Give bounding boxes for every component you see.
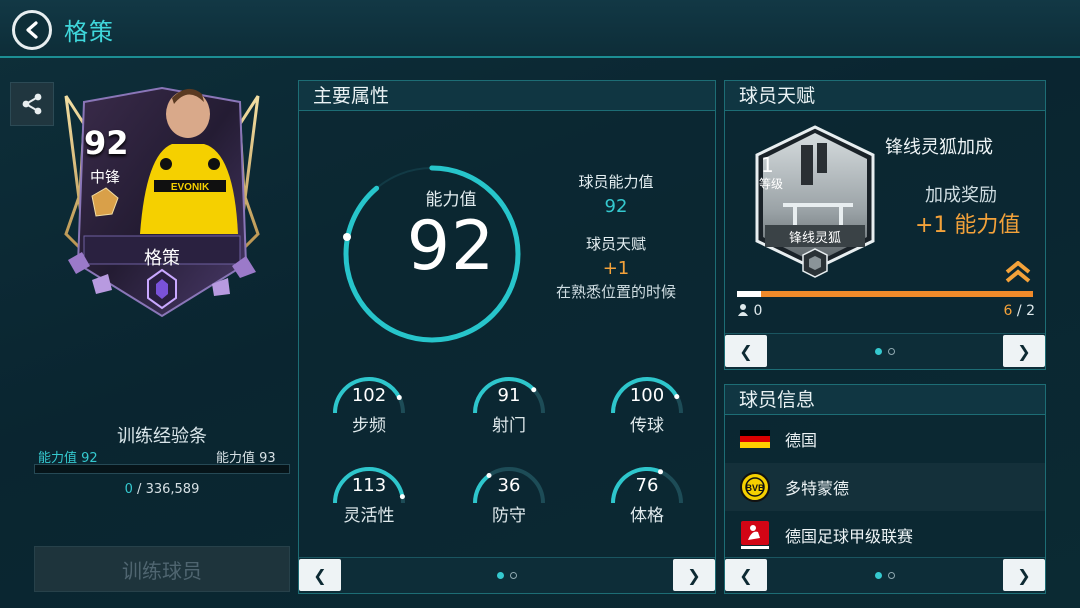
page-dot[interactable] xyxy=(875,572,882,579)
info-row-league[interactable]: 德国足球甲级联赛 xyxy=(725,511,1045,559)
info-next-button[interactable]: ❯ xyxy=(1003,559,1045,591)
talent-progress-bar xyxy=(737,291,1033,297)
talent-panel: 球员天赋 1 等级 锋线灵狐 锋线灵狐加成 加成奖励 +1 能力值 0 6 / … xyxy=(724,80,1046,370)
stat-value: 102 xyxy=(351,385,387,406)
talent-badge xyxy=(755,125,875,278)
club-name: 多特蒙德 xyxy=(785,479,850,498)
main-attributes-panel: 主要属性 能力值 92 球员能力值 92 球员天赋 +1 在熟悉位置的时候 10… xyxy=(298,80,716,594)
bonus-value: +1 能力值 xyxy=(915,213,1021,238)
stat-4: 36 防守 xyxy=(471,465,561,545)
stat-gauge-tip xyxy=(658,469,663,475)
attributes-page-dots xyxy=(497,572,517,579)
stat-3: 113 灵活性 xyxy=(331,465,421,545)
stat-label: 防守 xyxy=(492,506,526,526)
top-bar: 格策 xyxy=(0,0,1080,58)
talent-page-dots xyxy=(875,348,895,355)
talent-progress-separator: / xyxy=(1012,303,1027,319)
training-xp-title: 训练经验条 xyxy=(117,426,207,447)
page-dot[interactable] xyxy=(510,572,517,579)
flask-icon xyxy=(738,304,748,316)
back-button[interactable] xyxy=(12,10,52,50)
training-xp-bar xyxy=(34,464,290,474)
talent-level-label: 等级 xyxy=(759,177,784,191)
stat-5: 76 体格 xyxy=(609,465,699,545)
talent-bonus-info: 球员天赋 +1 在熟悉位置的时候 xyxy=(531,233,701,302)
bonus-label: 加成奖励 xyxy=(925,185,997,206)
share-icon xyxy=(22,93,42,115)
stat-value: 113 xyxy=(351,475,387,496)
page-dot[interactable] xyxy=(888,348,895,355)
upgrade-arrows-icon xyxy=(1005,261,1031,283)
xp-total: 336,589 xyxy=(145,482,200,497)
player-info-panel: 球员信息 德国 BVB 多特蒙德 德国足球甲级联赛 ❮ ❯ xyxy=(724,384,1046,594)
dortmund-crest-icon: BVB xyxy=(739,471,771,503)
stat-label: 步频 xyxy=(352,416,386,436)
talent-label: 球员天赋 xyxy=(585,235,646,253)
player-card[interactable]: EVONIK 92 中锋 格策 xyxy=(62,84,262,322)
stat-label: 灵活性 xyxy=(343,506,395,526)
stat-value: 76 xyxy=(635,475,659,496)
chevron-left-icon xyxy=(26,21,38,39)
talent-name: 锋线灵狐加成 xyxy=(885,137,993,158)
talent-panel-title: 球员天赋 xyxy=(725,81,1045,111)
talent-prev-button[interactable]: ❮ xyxy=(725,335,767,367)
xp-separator: / xyxy=(132,482,146,497)
card-frame: EVONIK xyxy=(64,86,260,318)
talent-progress-fill xyxy=(737,291,1033,297)
talent-item-count: 0 xyxy=(737,303,762,319)
talent-next-button[interactable]: ❯ xyxy=(1003,335,1045,367)
stat-value: 100 xyxy=(629,385,665,406)
training-xp-count: 0 / 336,589 xyxy=(34,482,290,497)
talent-progress-count: 6 / 2 xyxy=(1004,303,1035,319)
page-dot[interactable] xyxy=(875,348,882,355)
stat-label: 射门 xyxy=(492,416,526,436)
info-row-club[interactable]: BVB 多特蒙德 xyxy=(725,463,1045,511)
train-player-button[interactable]: 训练球员 xyxy=(34,546,290,592)
player-rating-label: 球员能力值 xyxy=(578,173,654,191)
talent-condition: 在熟悉位置的时候 xyxy=(555,283,676,301)
card-rating: 92 xyxy=(84,124,129,162)
overall-value: 92 xyxy=(406,207,496,286)
talent-progress-marker xyxy=(737,291,761,297)
talent-badge-name: 锋线灵狐 xyxy=(788,231,841,246)
stat-value: 36 xyxy=(497,475,521,496)
stat-1: 91 射门 xyxy=(471,375,561,455)
page-dot[interactable] xyxy=(497,572,504,579)
player-rating-value: 92 xyxy=(604,196,628,217)
card-player-name: 格策 xyxy=(144,248,180,269)
attributes-prev-button[interactable]: ❮ xyxy=(299,559,341,591)
info-prev-button[interactable]: ❮ xyxy=(725,559,767,591)
talent-bonus-value: +1 xyxy=(602,258,630,279)
info-page-dots xyxy=(875,572,895,579)
attributes-next-button[interactable]: ❯ xyxy=(673,559,715,591)
league-name: 德国足球甲级联赛 xyxy=(785,527,914,546)
main-attributes-title: 主要属性 xyxy=(299,81,715,111)
talent-level: 1 xyxy=(761,153,774,177)
bundesliga-logo-icon xyxy=(739,519,771,551)
info-row-nation[interactable]: 德国 xyxy=(725,415,1045,463)
page-dot[interactable] xyxy=(888,572,895,579)
nation-name: 德国 xyxy=(785,431,818,450)
stat-0: 102 步频 xyxy=(331,375,421,455)
player-rating-info: 球员能力值 92 xyxy=(531,171,701,217)
xp-current: 0 xyxy=(124,482,133,497)
germany-flag-icon xyxy=(739,423,771,455)
card-position: 中锋 xyxy=(90,168,121,186)
stat-value: 91 xyxy=(497,385,521,406)
talent-left-count: 0 xyxy=(753,303,763,319)
svg-text:BVB: BVB xyxy=(745,483,765,493)
stat-label: 体格 xyxy=(630,506,664,526)
stat-label: 传球 xyxy=(630,416,664,436)
share-button[interactable] xyxy=(10,82,54,126)
player-info-title: 球员信息 xyxy=(725,385,1045,415)
svg-text:EVONIK: EVONIK xyxy=(171,182,210,193)
page-title: 格策 xyxy=(64,18,114,46)
talent-progress-total: 2 xyxy=(1026,303,1035,319)
stat-2: 100 传球 xyxy=(609,375,699,455)
